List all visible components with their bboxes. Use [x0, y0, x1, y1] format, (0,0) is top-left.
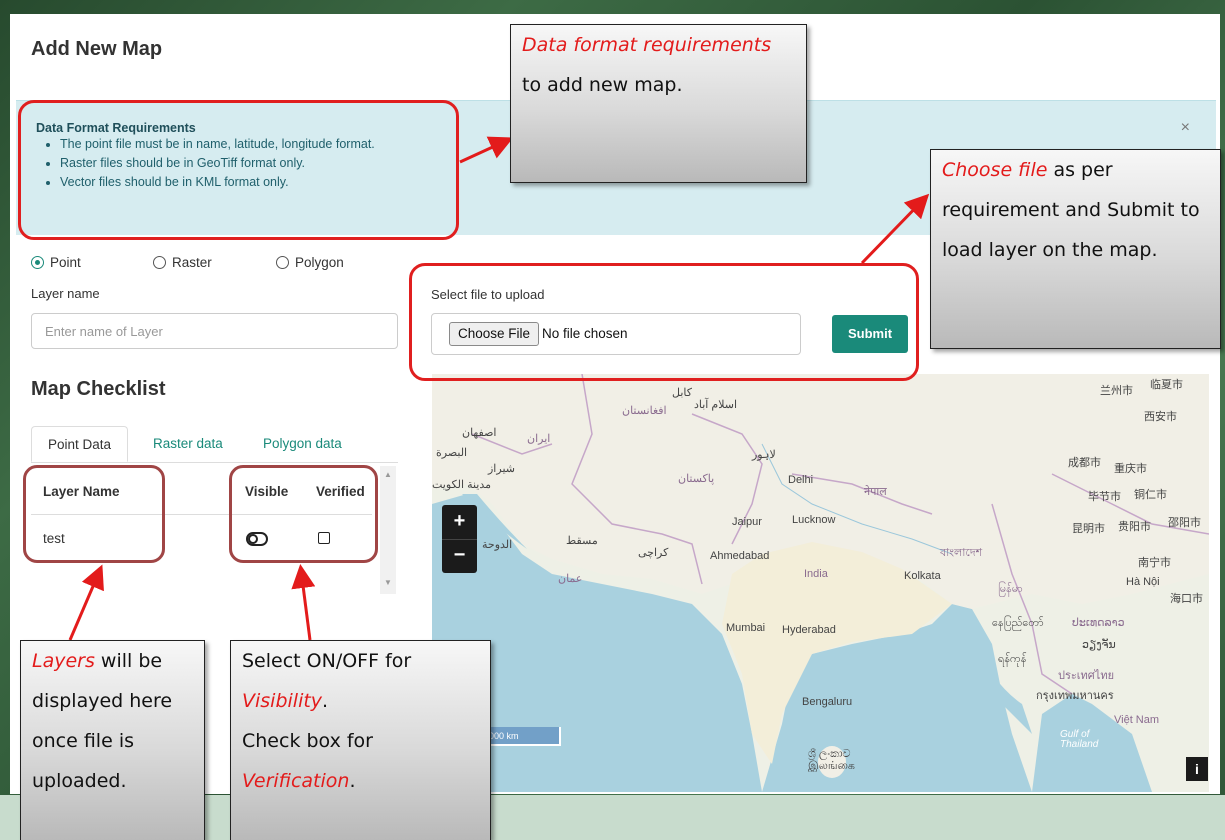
callout-text: Select ON/OFF for: [242, 650, 412, 672]
format-callout: Data format requirements to add new map.: [510, 24, 807, 183]
callout-text: .: [322, 690, 329, 712]
callout-text: to add new map.: [522, 74, 683, 96]
choose-file-callout: Choose file as per requirement and Submi…: [930, 149, 1221, 349]
callout-text: Check box for: [242, 730, 373, 752]
callout-emphasis: Layers: [32, 650, 95, 672]
callout-emphasis: Verification: [242, 770, 350, 792]
callout-text: .: [349, 770, 356, 792]
callout-emphasis: Visibility: [242, 690, 323, 712]
layers-callout: Layers will be displayed here once file …: [20, 640, 205, 840]
callout-emphasis: Data format requirements: [522, 34, 772, 56]
callout-emphasis: Choose file: [942, 159, 1048, 181]
visibility-callout: Select ON/OFF for Visibility. Check box …: [230, 640, 491, 840]
